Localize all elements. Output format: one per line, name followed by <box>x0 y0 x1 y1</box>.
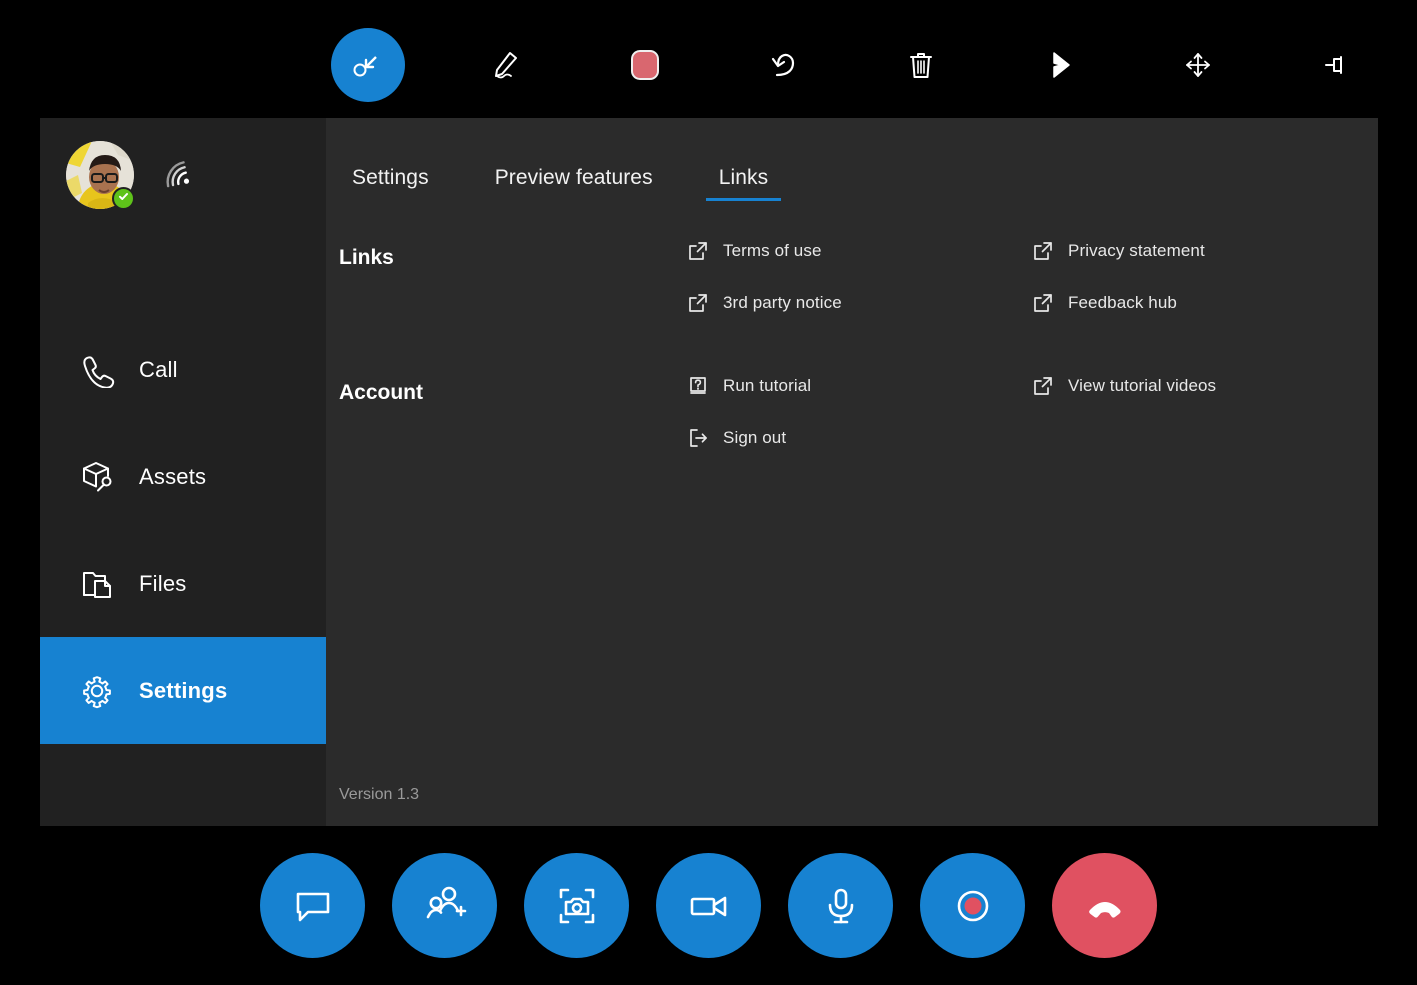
app-screen: Call Assets <box>0 0 1417 985</box>
chat-button[interactable] <box>260 853 365 958</box>
screenshot-button[interactable] <box>524 853 629 958</box>
record-circle-icon <box>948 881 998 931</box>
send-arrow-icon <box>1041 46 1079 84</box>
link-label: Privacy statement <box>1068 241 1205 261</box>
color-swatch-icon <box>628 48 662 82</box>
cursor-select-icon <box>348 45 388 85</box>
pen-icon <box>486 44 528 86</box>
account-column-right: View tutorial videos <box>1032 372 1377 452</box>
sidebar: Call Assets <box>40 118 326 826</box>
external-link-icon <box>1032 292 1054 314</box>
link-label: Terms of use <box>723 241 822 261</box>
video-camera-icon <box>684 881 734 931</box>
link-sign-out[interactable]: Sign out <box>687 424 1032 452</box>
link-privacy-statement[interactable]: Privacy statement <box>1032 237 1377 265</box>
external-link-icon <box>687 292 709 314</box>
tab-bar: Settings Preview features Links <box>339 166 781 201</box>
external-link-icon <box>687 240 709 262</box>
tab-links[interactable]: Links <box>706 166 782 201</box>
video-button[interactable] <box>656 853 761 958</box>
color-swatch-button[interactable] <box>608 28 682 102</box>
call-control-bar <box>0 826 1417 985</box>
sidebar-item-label: Settings <box>139 678 227 704</box>
move-button[interactable] <box>1161 28 1235 102</box>
undo-button[interactable] <box>746 28 820 102</box>
select-tool-button[interactable] <box>331 28 405 102</box>
sign-out-icon <box>687 427 709 449</box>
record-button[interactable] <box>920 853 1025 958</box>
link-feedback-hub[interactable]: Feedback hub <box>1032 289 1377 317</box>
external-link-icon <box>1032 240 1054 262</box>
link-label: Run tutorial <box>723 376 811 396</box>
sidebar-item-assets[interactable]: Assets <box>40 423 326 530</box>
sidebar-item-files[interactable]: Files <box>40 530 326 637</box>
add-person-icon <box>420 881 470 931</box>
link-column-left: Terms of use 3rd party notice <box>687 237 1032 317</box>
pin-icon <box>1318 46 1356 84</box>
external-link-icon <box>1032 375 1054 397</box>
sidebar-item-call[interactable]: Call <box>40 316 326 423</box>
link-label: 3rd party notice <box>723 293 842 313</box>
account-columns: Run tutorial Sign out <box>687 372 1377 452</box>
link-column-right: Privacy statement Feedback hub <box>1032 237 1377 317</box>
tab-settings[interactable]: Settings <box>339 166 442 201</box>
gear-icon <box>78 672 115 709</box>
link-label: View tutorial videos <box>1068 376 1216 396</box>
link-label: Sign out <box>723 428 786 448</box>
tab-preview-features[interactable]: Preview features <box>482 166 666 201</box>
user-row[interactable] <box>66 141 196 209</box>
link-label: Feedback hub <box>1068 293 1177 313</box>
link-view-tutorial-videos[interactable]: View tutorial videos <box>1032 372 1377 400</box>
section-title: Links <box>339 246 394 270</box>
annotation-toolbar <box>0 0 1417 118</box>
sidebar-item-label: Files <box>139 571 186 597</box>
status-badge <box>112 187 135 210</box>
pen-tool-button[interactable] <box>470 28 544 102</box>
link-3rd-party-notice[interactable]: 3rd party notice <box>687 289 1032 317</box>
hangup-phone-icon <box>1079 880 1131 932</box>
check-icon <box>117 190 130 208</box>
account-column-left: Run tutorial Sign out <box>687 372 1032 452</box>
tab-label: Links <box>719 166 769 189</box>
tab-label: Preview features <box>495 166 653 189</box>
end-call-button[interactable] <box>1052 853 1157 958</box>
settings-panel: Call Assets <box>40 118 1378 826</box>
link-run-tutorial[interactable]: Run tutorial <box>687 372 1032 400</box>
delete-button[interactable] <box>884 28 958 102</box>
section-title: Account <box>339 381 423 405</box>
sidebar-item-label: Assets <box>139 464 206 490</box>
avatar[interactable] <box>66 141 134 209</box>
wifi-icon <box>158 156 196 194</box>
chat-bubble-icon <box>289 882 337 930</box>
content-area: Settings Preview features Links Links <box>326 118 1378 826</box>
assets-box-wrench-icon <box>78 458 115 495</box>
mute-button[interactable] <box>788 853 893 958</box>
tab-label: Settings <box>352 166 429 189</box>
move-four-arrows-icon <box>1179 46 1217 84</box>
sidebar-item-settings[interactable]: Settings <box>40 637 326 744</box>
help-question-icon <box>687 375 709 397</box>
sidebar-item-label: Call <box>139 357 178 383</box>
pin-button[interactable] <box>1300 28 1374 102</box>
files-folder-icon <box>78 565 115 602</box>
undo-icon <box>763 45 803 85</box>
microphone-icon <box>816 881 866 931</box>
phone-icon <box>78 351 115 388</box>
link-terms-of-use[interactable]: Terms of use <box>687 237 1032 265</box>
camera-capture-icon <box>552 881 602 931</box>
sidebar-nav: Call Assets <box>40 316 326 744</box>
add-people-button[interactable] <box>392 853 497 958</box>
version-label: Version 1.3 <box>339 786 419 804</box>
send-button[interactable] <box>1023 28 1097 102</box>
trash-icon <box>902 46 940 84</box>
link-columns: Terms of use 3rd party notice <box>687 237 1377 317</box>
